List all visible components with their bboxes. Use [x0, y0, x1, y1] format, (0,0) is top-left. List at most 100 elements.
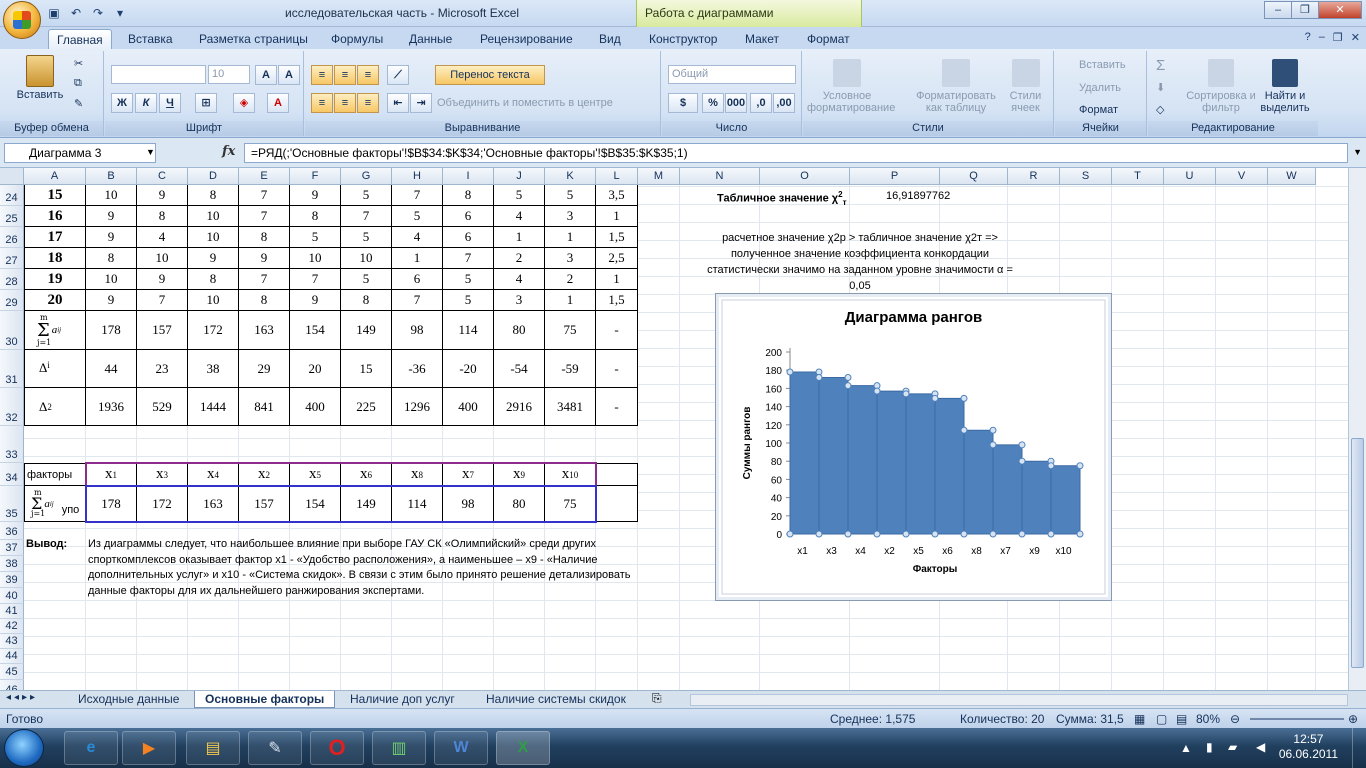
show-desktop-button[interactable]: [1352, 728, 1366, 768]
thousands-icon[interactable]: 000: [725, 93, 747, 113]
rank-cell[interactable]: 9: [137, 269, 188, 290]
row-header[interactable]: 40: [0, 588, 24, 604]
decrease-indent-icon[interactable]: ⇤: [387, 93, 409, 113]
rank-cell[interactable]: 10: [137, 248, 188, 269]
tab-review[interactable]: Рецензирование: [472, 29, 581, 49]
expert-id-cell[interactable]: 16: [24, 206, 86, 227]
column-header[interactable]: T: [1112, 168, 1164, 185]
delta-squared-cell[interactable]: 3481: [545, 388, 596, 426]
column-header[interactable]: D: [188, 168, 239, 185]
factor-cell[interactable]: x6: [341, 463, 392, 486]
battery-icon[interactable]: ▮: [1206, 740, 1213, 754]
rank-cell[interactable]: 6: [392, 269, 443, 290]
name-box-dropdown-icon[interactable]: ▼: [146, 147, 155, 157]
column-header[interactable]: C: [137, 168, 188, 185]
column-header[interactable]: S: [1060, 168, 1112, 185]
rank-cell[interactable]: 8: [443, 185, 494, 206]
rank-cell[interactable]: 7: [443, 248, 494, 269]
sum-cell[interactable]: 75: [545, 311, 596, 350]
rank-cell[interactable]: 8: [341, 290, 392, 311]
sheet-tab-extra-services[interactable]: Наличие доп услуг: [340, 691, 465, 708]
tab-page-layout[interactable]: Разметка страницы: [191, 29, 316, 49]
rank-cell[interactable]: 10: [188, 206, 239, 227]
rank-cell[interactable]: 9: [290, 290, 341, 311]
doc-close-icon[interactable]: ✕: [1351, 31, 1360, 44]
delete-cells-button[interactable]: Удалить: [1079, 82, 1121, 94]
name-box[interactable]: Диаграмма 3: [4, 143, 156, 163]
restore-icon[interactable]: ❐: [1291, 1, 1319, 19]
customize-qat-icon[interactable]: ▾: [112, 5, 128, 21]
sorted-sum-cell[interactable]: 172: [137, 486, 188, 522]
page-layout-view-icon[interactable]: ▢: [1156, 712, 1167, 726]
delta-cell[interactable]: -20: [443, 350, 494, 388]
column-header[interactable]: M: [638, 168, 680, 185]
rank-cell[interactable]: 5: [392, 206, 443, 227]
delta-cell[interactable]: 20: [290, 350, 341, 388]
excel-icon[interactable]: X: [496, 731, 550, 765]
tab-view[interactable]: Вид: [591, 29, 629, 49]
sum-cell[interactable]: 98: [392, 311, 443, 350]
empty-cell[interactable]: [596, 486, 638, 522]
row-header[interactable]: 30: [0, 311, 24, 350]
paste-button[interactable]: Вставить: [10, 55, 70, 101]
column-header[interactable]: R: [1008, 168, 1060, 185]
explorer-icon[interactable]: ▤: [186, 731, 240, 765]
row-header[interactable]: 36: [0, 522, 24, 540]
column-header[interactable]: L: [596, 168, 638, 185]
find-select-button[interactable]: Найти и выделить: [1256, 59, 1314, 114]
bold-icon[interactable]: Ж: [111, 93, 133, 113]
undo-icon[interactable]: ↶: [68, 5, 84, 21]
row-header[interactable]: 33: [0, 426, 24, 463]
wrap-text-button[interactable]: Перенос текста: [435, 65, 545, 85]
column-header[interactable]: W: [1268, 168, 1316, 185]
sorted-sum-cell[interactable]: 75: [545, 486, 596, 522]
row-header[interactable]: 38: [0, 556, 24, 572]
sum-cell[interactable]: 178: [86, 311, 137, 350]
row-header[interactable]: 24: [0, 185, 24, 206]
rank-cell[interactable]: 3: [494, 290, 545, 311]
network-icon[interactable]: ▰: [1228, 740, 1237, 754]
sum-cell[interactable]: 80: [494, 311, 545, 350]
factor-cell[interactable]: x5: [290, 463, 341, 486]
select-all-corner[interactable]: [0, 168, 24, 185]
sorted-sum-cell[interactable]: 163: [188, 486, 239, 522]
row-header[interactable]: 31: [0, 350, 24, 388]
sum-cell[interactable]: 172: [188, 311, 239, 350]
sheet-tab-discounts[interactable]: Наличие системы скидок: [476, 691, 636, 708]
format-cells-button[interactable]: Формат: [1079, 104, 1118, 116]
factor-cell[interactable]: x7: [443, 463, 494, 486]
sum-cell[interactable]: 157: [137, 311, 188, 350]
tab-design[interactable]: Конструктор: [641, 29, 725, 49]
rank-cell[interactable]: 8: [239, 227, 290, 248]
rank-cell[interactable]: 1,5: [596, 227, 638, 248]
rank-cell[interactable]: 2: [545, 269, 596, 290]
rank-cell[interactable]: 3: [545, 206, 596, 227]
rank-cell[interactable]: 7: [392, 185, 443, 206]
clock[interactable]: 12:57 06.06.2011: [1279, 732, 1338, 762]
rank-cell[interactable]: 9: [188, 248, 239, 269]
underline-icon[interactable]: Ч: [159, 93, 181, 113]
conditional-formatting-button[interactable]: Условное форматирование: [807, 59, 895, 114]
sorted-sum-label-cell[interactable]: Σm j=1 a ij упо: [24, 486, 86, 522]
factor-cell[interactable]: x8: [392, 463, 443, 486]
align-right-icon[interactable]: ≡: [357, 93, 379, 113]
column-header[interactable]: Q: [940, 168, 1008, 185]
rank-cell[interactable]: 10: [86, 269, 137, 290]
delta-squared-cell[interactable]: 225: [341, 388, 392, 426]
delta-squared-cell[interactable]: 400: [290, 388, 341, 426]
sorted-sum-cell[interactable]: 157: [239, 486, 290, 522]
rank-cell[interactable]: 1: [545, 227, 596, 248]
sheet-tab-source-data[interactable]: Исходные данные: [68, 691, 189, 708]
sheet-nav-icon[interactable]: ◂◂▸▸: [6, 692, 38, 703]
rank-cell[interactable]: 1: [494, 227, 545, 248]
delta-squared-cell[interactable]: 1936: [86, 388, 137, 426]
zoom-slider[interactable]: [1250, 718, 1344, 720]
rank-cell[interactable]: 1: [545, 290, 596, 311]
rank-cell[interactable]: 8: [188, 269, 239, 290]
sheet-tab-main-factors[interactable]: Основные факторы: [194, 691, 336, 708]
empty-cell[interactable]: [596, 463, 638, 486]
row-header[interactable]: 26: [0, 227, 24, 248]
row-header[interactable]: 42: [0, 619, 24, 634]
expert-id-cell[interactable]: 19: [24, 269, 86, 290]
clear-icon[interactable]: ◇: [1156, 103, 1164, 116]
